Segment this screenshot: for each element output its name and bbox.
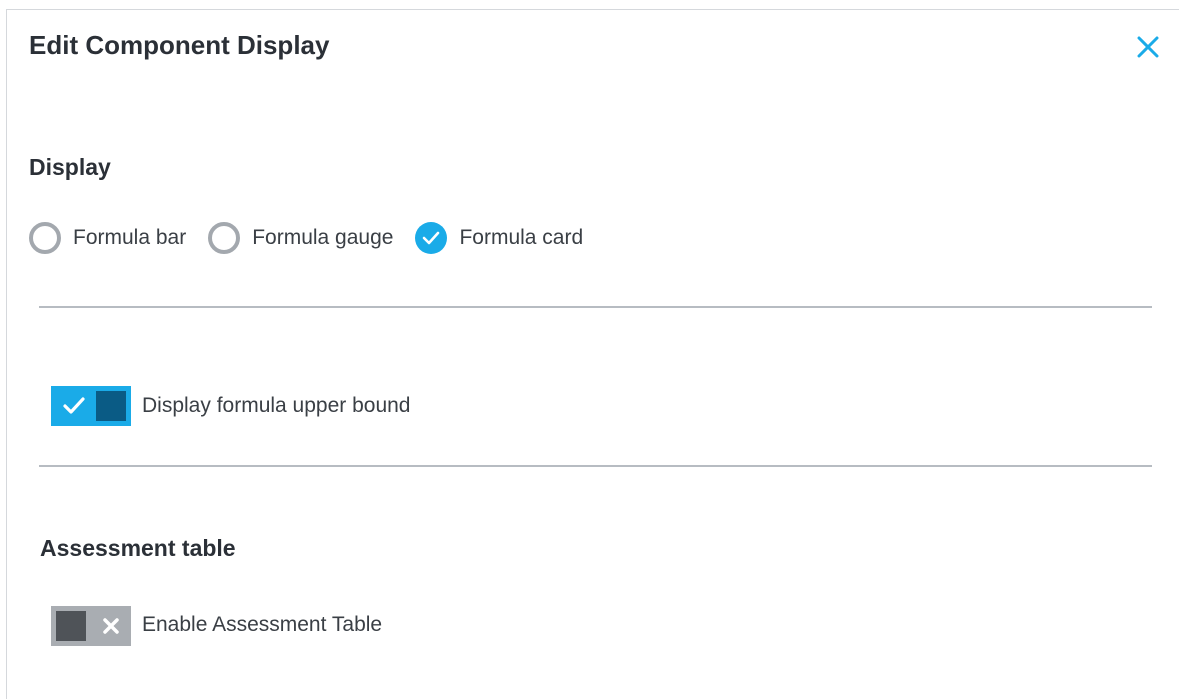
upper-bound-toggle[interactable] bbox=[51, 386, 131, 426]
radio-formula-bar[interactable]: Formula bar bbox=[29, 222, 186, 254]
x-icon bbox=[103, 618, 119, 634]
radio-label: Formula gauge bbox=[252, 226, 394, 249]
close-icon[interactable] bbox=[1135, 34, 1161, 60]
radio-label: Formula card bbox=[459, 226, 584, 249]
display-section-title: Display bbox=[29, 154, 111, 180]
checkmark-icon bbox=[423, 231, 440, 245]
radio-checked-icon bbox=[415, 222, 448, 254]
assessment-table-toggle[interactable] bbox=[51, 606, 131, 646]
assessment-table-label: Enable Assessment Table bbox=[142, 613, 383, 636]
divider bbox=[39, 306, 1152, 308]
assessment-section-title: Assessment table bbox=[40, 535, 236, 561]
radio-formula-card[interactable]: Formula card bbox=[415, 222, 583, 254]
radio-unchecked-icon bbox=[29, 222, 61, 254]
radio-unchecked-icon bbox=[208, 222, 241, 254]
edit-component-display-dialog: Edit Component Display Display Formula b… bbox=[6, 9, 1179, 699]
radio-label: Formula bar bbox=[73, 226, 187, 249]
toggle-knob bbox=[56, 611, 86, 641]
upper-bound-label: Display formula upper bound bbox=[142, 394, 411, 417]
toggle-knob bbox=[96, 391, 126, 421]
display-radio-group: Formula bar Formula gauge Formula card bbox=[29, 222, 605, 254]
dialog-title: Edit Component Display bbox=[29, 30, 330, 60]
divider bbox=[39, 465, 1152, 467]
checkmark-icon bbox=[63, 397, 85, 414]
radio-formula-gauge[interactable]: Formula gauge bbox=[208, 222, 393, 254]
